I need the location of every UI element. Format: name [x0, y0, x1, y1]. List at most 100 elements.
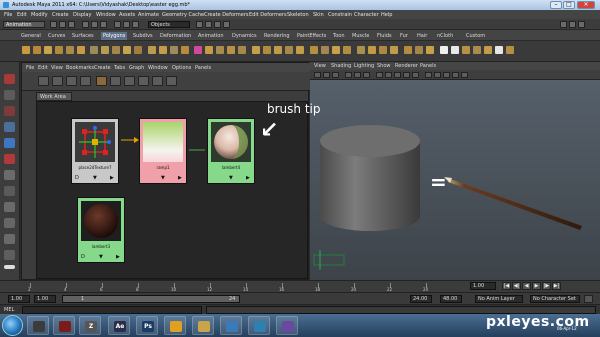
node-expand-icon[interactable]: ▼ — [93, 175, 97, 181]
save-scene-icon[interactable] — [68, 21, 75, 28]
node-expand-icon[interactable]: ▼ — [229, 175, 233, 181]
taskbar-explorer-icon[interactable] — [192, 316, 214, 335]
end-time-field[interactable]: 48.00 — [440, 295, 462, 303]
poly-difference-icon[interactable] — [123, 46, 131, 54]
paint-select-icon[interactable] — [4, 106, 15, 116]
ipr-render-icon[interactable] — [214, 21, 221, 28]
vp-wireframe-on-shaded-icon[interactable] — [394, 72, 401, 78]
close-button[interactable]: ✕ — [577, 1, 595, 9]
taskbar-after-effects-icon[interactable]: Ae — [108, 316, 130, 335]
tab-fur[interactable]: Fur — [400, 33, 408, 39]
vp-image-plane-icon[interactable] — [332, 72, 339, 78]
tab-painteffects[interactable]: PaintEffects — [297, 33, 326, 39]
attribute-editor-icon[interactable] — [560, 21, 567, 28]
hs-menu-view[interactable]: View — [51, 65, 63, 71]
poly-poke-icon[interactable] — [343, 46, 351, 54]
menu-assets[interactable]: Assets — [119, 12, 135, 18]
hs-show-top-tabs-icon[interactable] — [52, 76, 63, 86]
poly-smooth-icon[interactable] — [159, 46, 167, 54]
vp-smooth-shade-icon[interactable] — [385, 72, 392, 78]
poly-combine-icon[interactable] — [90, 46, 98, 54]
node-ramp[interactable]: ramp1 ▼ ▶ — [139, 118, 187, 184]
menu-edit-deformers[interactable]: Edit Deformers — [249, 12, 287, 18]
menu-skeleton[interactable]: Skeleton — [287, 12, 309, 18]
tab-surfaces[interactable]: Surfaces — [72, 33, 94, 39]
play-backwards-button[interactable]: ◀ — [522, 282, 531, 290]
uv-planar-icon[interactable] — [451, 46, 459, 54]
hs-menu-options[interactable]: Options — [172, 65, 191, 71]
menu-skin[interactable]: Skin — [313, 12, 324, 18]
tab-curves[interactable]: Curves — [48, 33, 65, 39]
uv-cylindrical-icon[interactable] — [462, 46, 470, 54]
start-button[interactable] — [2, 315, 23, 336]
vp-grid-icon[interactable] — [345, 72, 352, 78]
new-scene-icon[interactable] — [50, 21, 57, 28]
node-expand-icon[interactable]: ▼ — [99, 254, 103, 260]
range-slider[interactable]: 1 24 — [62, 295, 240, 303]
hs-toggle-create-bar-icon[interactable] — [38, 76, 49, 86]
hs-menu-file[interactable]: File — [26, 65, 34, 71]
current-frame-field[interactable]: 1.00 — [470, 282, 496, 290]
select-hierarchy-icon[interactable] — [82, 21, 89, 28]
go-to-end-button[interactable]: ▶| — [552, 282, 561, 290]
menu-create[interactable]: Create — [52, 12, 69, 18]
render-icon[interactable] — [205, 21, 212, 28]
menu-window[interactable]: Window — [96, 12, 116, 18]
uv-spherical-icon[interactable] — [473, 46, 481, 54]
poly-mirror-icon[interactable] — [148, 46, 156, 54]
open-scene-icon[interactable] — [59, 21, 66, 28]
vp-menu-shading[interactable]: Shading — [331, 63, 351, 69]
poly-append-icon[interactable] — [216, 46, 224, 54]
taskbar-purple-app-icon[interactable] — [276, 316, 298, 335]
node-output-icon[interactable]: ▶ — [110, 175, 114, 181]
poly-plane-icon[interactable] — [66, 46, 74, 54]
poly-cube-icon[interactable] — [33, 46, 41, 54]
vp-textured-icon[interactable] — [403, 72, 410, 78]
taskbar-photoshop-icon[interactable]: Ps — [136, 316, 158, 335]
minimize-button[interactable]: – — [550, 1, 562, 9]
hs-show-bottom-tabs-icon[interactable] — [66, 76, 77, 86]
tab-subdivs[interactable]: Subdivs — [133, 33, 153, 39]
layout-single-icon[interactable] — [4, 202, 15, 212]
vp-menu-show[interactable]: Show — [377, 63, 391, 69]
vp-lights-icon[interactable] — [412, 72, 419, 78]
menu-file[interactable]: File — [4, 12, 12, 18]
menu-character[interactable]: Character — [354, 12, 379, 18]
tab-rendering[interactable]: Rendering — [264, 33, 290, 39]
uv-layout-icon[interactable] — [506, 46, 514, 54]
poly-flip-icon[interactable] — [379, 46, 387, 54]
poly-chamfer-icon[interactable] — [285, 46, 293, 54]
menu-animate[interactable]: Animate — [138, 12, 159, 18]
hs-input-connections-icon[interactable] — [138, 76, 149, 86]
taskbar-media-player-icon[interactable] — [220, 316, 242, 335]
menu-help[interactable]: Help — [381, 12, 392, 18]
menu-display[interactable]: Display — [73, 12, 91, 18]
node-lambert3[interactable]: lambert3 D ▼ ▶ — [77, 197, 125, 263]
poly-soften-icon[interactable] — [404, 46, 412, 54]
tab-dynamics[interactable]: Dynamics — [232, 33, 257, 39]
tab-fluids[interactable]: Fluids — [377, 33, 392, 39]
lasso-tool-icon[interactable] — [4, 90, 15, 100]
auto-key-icon[interactable] — [584, 295, 593, 303]
time-slider[interactable]: 2 4 6 8 10 12 14 16 18 20 22 24 1.00 |◀ … — [0, 280, 600, 292]
snap-curve-icon[interactable] — [123, 21, 130, 28]
play-forwards-button[interactable]: ▶ — [532, 282, 541, 290]
node-output-icon[interactable]: ▶ — [116, 254, 120, 260]
tab-work-area[interactable]: Work Area — [36, 92, 72, 101]
hs-menu-create[interactable]: Create — [94, 65, 111, 71]
vp-isolate-icon[interactable] — [434, 72, 441, 78]
brush-object[interactable] — [448, 179, 582, 230]
poly-split-icon[interactable] — [227, 46, 235, 54]
hs-menu-panels[interactable]: Panels — [195, 65, 211, 71]
menu-create-deformers[interactable]: Create Deformers — [204, 12, 249, 18]
taskbar-zbrush-icon[interactable]: Z — [79, 316, 101, 335]
poly-torus-icon[interactable] — [77, 46, 85, 54]
hs-clear-graph-icon[interactable] — [110, 76, 121, 86]
tab-animation[interactable]: Animation — [198, 33, 224, 39]
hs-rearrange-graph-icon[interactable] — [124, 76, 135, 86]
objects-field[interactable]: Objects — [148, 21, 190, 28]
history-icon[interactable] — [196, 21, 203, 28]
channel-box-icon[interactable] — [578, 21, 585, 28]
select-tool-icon[interactable] — [4, 74, 15, 84]
menu-edit[interactable]: Edit — [17, 12, 27, 18]
